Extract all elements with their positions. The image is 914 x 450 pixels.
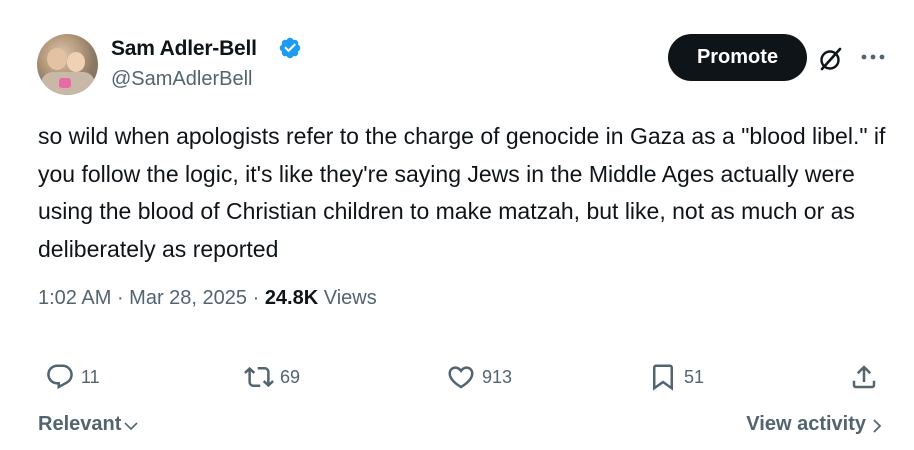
meta-separator: · — [252, 287, 265, 309]
handle[interactable]: @SamAdlerBell — [111, 68, 252, 91]
chevron-down-icon — [124, 422, 138, 431]
chevron-right-icon — [873, 418, 882, 433]
verified-badge-icon — [279, 37, 301, 59]
grok-icon[interactable] — [818, 46, 844, 72]
views-label: Views — [323, 287, 377, 309]
like-button[interactable]: 913 — [446, 362, 512, 392]
display-name[interactable]: Sam Adler-Bell — [111, 37, 257, 61]
reply-button[interactable]: 11 — [45, 362, 100, 392]
avatar[interactable] — [37, 34, 98, 95]
like-count: 913 — [482, 366, 513, 387]
share-button[interactable] — [849, 362, 879, 392]
share-icon — [852, 365, 876, 389]
tweet-meta: 1:02 AM · Mar 28, 2025 · 24.8K Views — [38, 287, 377, 310]
retweet-count: 69 — [280, 366, 301, 387]
reply-icon — [47, 364, 73, 390]
bookmark-icon — [653, 364, 673, 391]
bookmark-count: 51 — [684, 366, 705, 387]
retweet-button[interactable]: 69 — [244, 362, 300, 392]
avatar-toy — [59, 78, 71, 88]
heart-icon — [448, 366, 474, 389]
avatar-face — [47, 48, 67, 70]
more-horizontal-icon[interactable] — [859, 45, 887, 69]
view-activity-label: View activity — [746, 413, 866, 435]
tweet-text: so wild when apologists refer to the cha… — [38, 123, 886, 262]
tweet-date[interactable]: Mar 28, 2025 — [129, 287, 247, 309]
avatar-face-child — [67, 52, 85, 72]
reply-count: 11 — [81, 366, 100, 387]
retweet-icon — [244, 366, 274, 388]
meta-separator: · — [116, 287, 130, 309]
sort-label: Relevant — [38, 413, 122, 435]
view-activity-link[interactable]: View activity — [746, 413, 884, 436]
bookmark-button[interactable]: 51 — [648, 362, 704, 392]
tweet-time[interactable]: 1:02 AM — [38, 287, 111, 309]
views-count: 24.8K — [264, 287, 319, 309]
sort-replies-dropdown[interactable]: Relevant — [38, 413, 139, 436]
promote-button[interactable]: Promote — [668, 34, 807, 81]
